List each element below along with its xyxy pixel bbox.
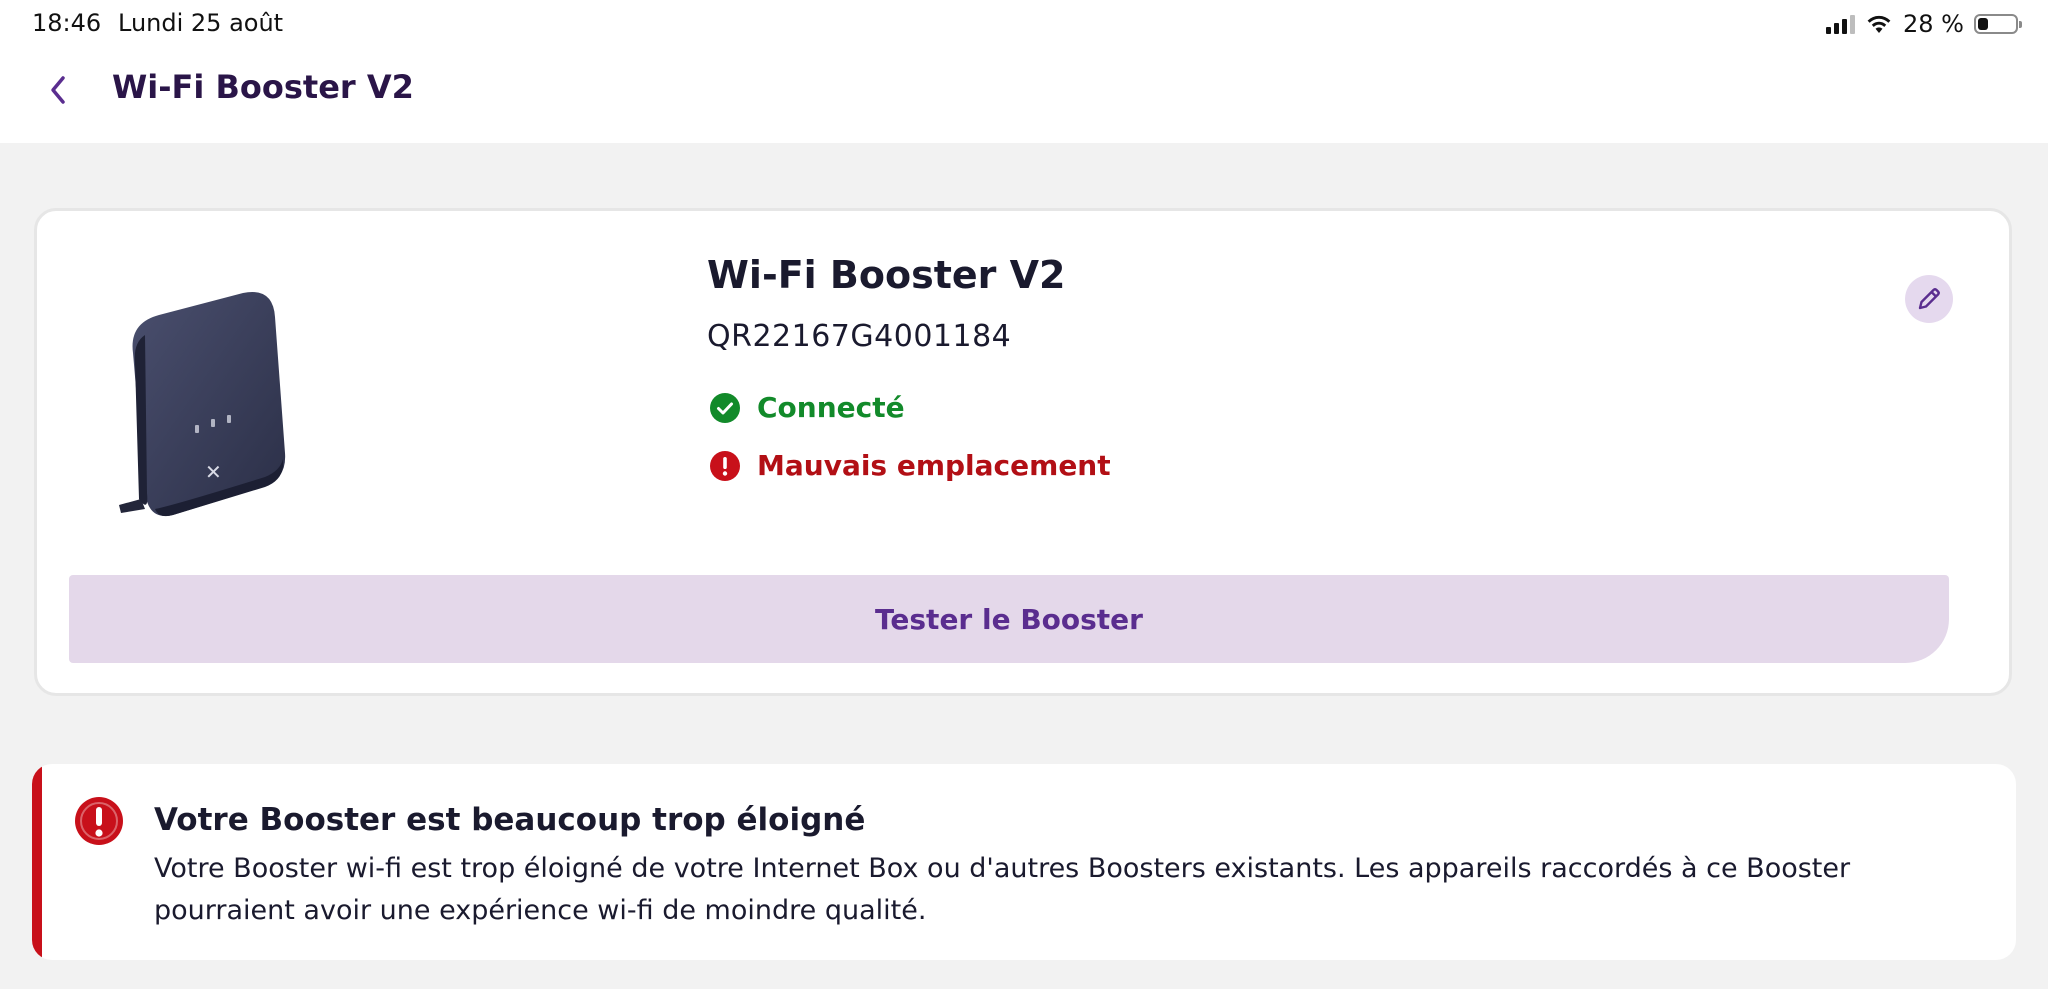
navigation-bar: Wi-Fi Booster V2	[0, 48, 2048, 143]
alert-title: Votre Booster est beaucoup trop éloigné	[154, 802, 866, 838]
device-name: Wi-Fi Booster V2	[707, 253, 1066, 297]
test-booster-button[interactable]: Tester le Booster	[69, 575, 1949, 663]
battery-percentage: 28 %	[1903, 10, 1964, 38]
pencil-icon	[1918, 288, 1940, 310]
status-indicators: 28 %	[1826, 9, 2022, 39]
check-circle-icon	[710, 392, 740, 423]
back-button[interactable]	[40, 68, 76, 112]
status-time: 18:46	[32, 9, 102, 37]
alert-accent-stripe	[32, 764, 42, 960]
battery-level-fill	[1978, 18, 1988, 30]
alert-circle-icon	[710, 450, 740, 481]
page-title: Wi-Fi Booster V2	[112, 68, 414, 106]
cellular-signal-icon	[1826, 14, 1856, 34]
device-card: ✕ Wi-Fi Booster V2 QR22167G4001184 Conne…	[34, 208, 2012, 696]
booster-device-image: ✕	[119, 292, 286, 517]
placement-alert-card: Votre Booster est beaucoup trop éloigné …	[32, 764, 2016, 960]
connection-status-label: Connecté	[757, 391, 905, 424]
placement-status: Mauvais emplacement	[709, 449, 1111, 482]
connection-status: Connecté	[709, 391, 905, 424]
wifi-icon	[1867, 15, 1891, 33]
device-serial-number: QR22167G4001184	[707, 319, 1012, 354]
chevron-left-icon	[51, 76, 65, 104]
battery-icon	[1974, 14, 2022, 34]
status-bar: 18:46 Lundi 25 août 28 %	[0, 0, 2048, 48]
edit-device-button[interactable]	[1905, 275, 1953, 323]
placement-status-label: Mauvais emplacement	[757, 449, 1111, 482]
alert-message: Votre Booster wi-fi est trop éloigné de …	[154, 853, 1851, 926]
status-date: Lundi 25 août	[118, 9, 284, 37]
svg-text:✕: ✕	[205, 460, 222, 484]
alert-circle-icon	[75, 797, 123, 845]
